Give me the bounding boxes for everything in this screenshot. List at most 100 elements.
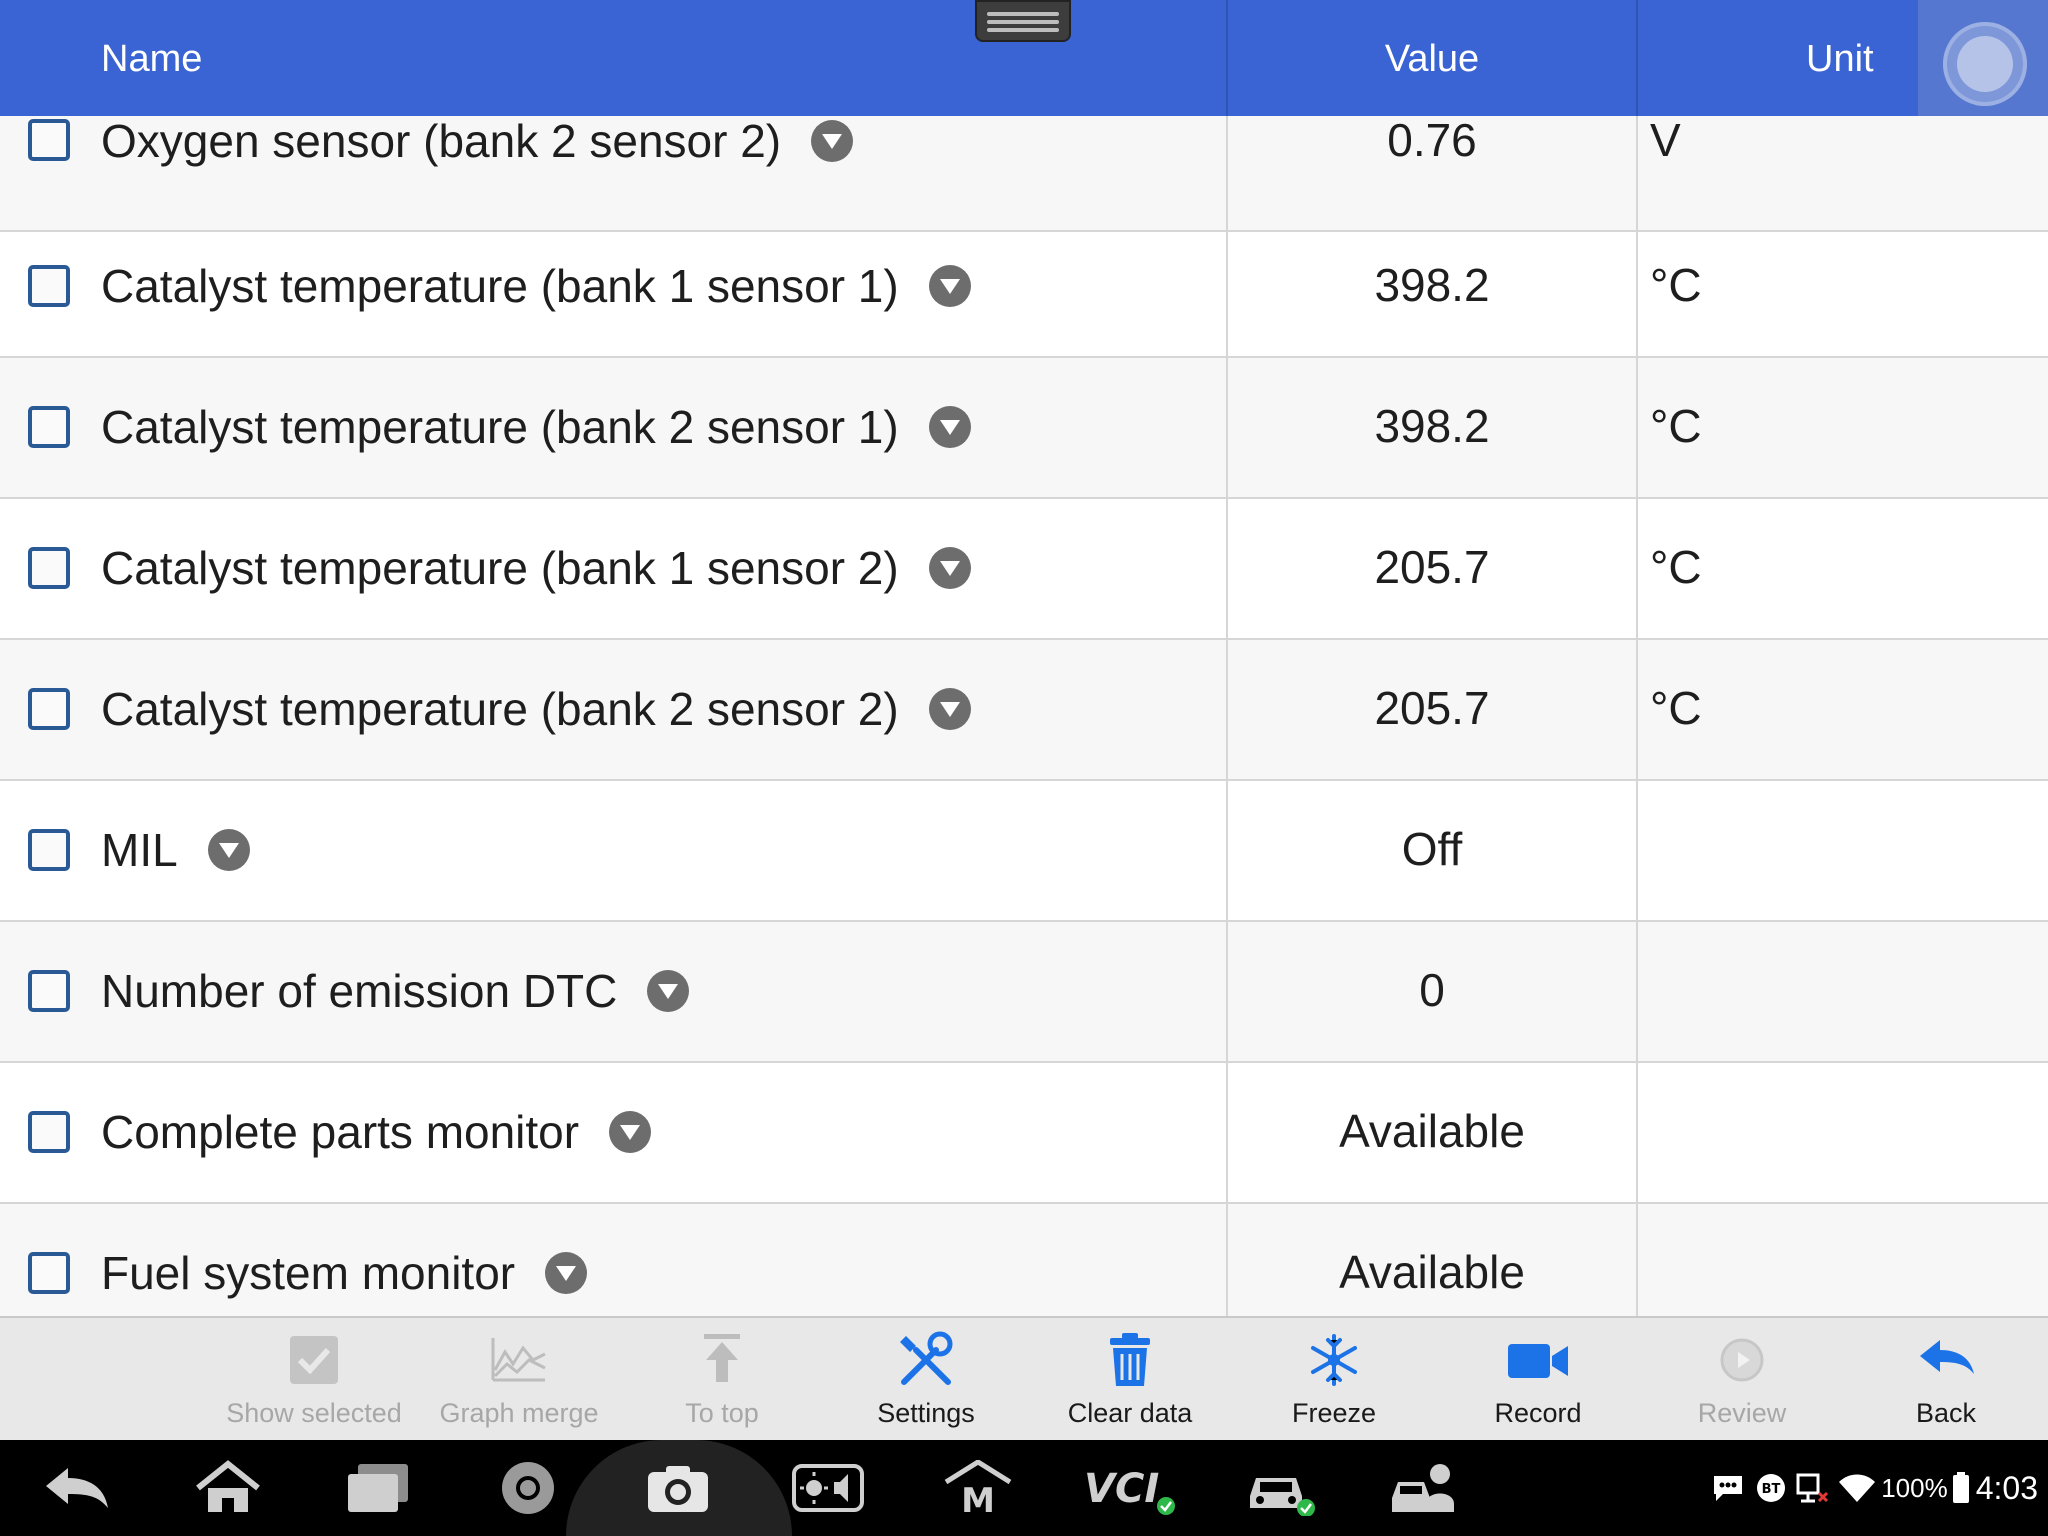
remote-expert-icon[interactable] [1388,1460,1460,1516]
video-camera-icon [1508,1344,1568,1378]
row-value: 205.7 [1374,682,1490,734]
back-button[interactable]: Back [1846,1318,2046,1442]
row-name: MIL [101,824,178,876]
nav-back-icon[interactable] [42,1460,114,1516]
bt-label: BT [1762,1482,1781,1497]
back-label: Back [1915,1398,1977,1428]
maxifix-app-icon[interactable]: M [942,1460,1014,1516]
freeze-button[interactable]: Freeze [1234,1318,1434,1442]
row-checkbox[interactable] [28,688,70,730]
expand-dropdown-icon[interactable] [609,1111,652,1153]
show-selected-button[interactable]: Show selected [214,1318,414,1442]
row-value: 398.2 [1374,400,1490,452]
row-value: Available [1339,1105,1525,1157]
table-row[interactable]: Catalyst temperature (bank 1 sensor 2) 2… [0,499,2048,640]
row-value: Available [1339,1246,1525,1298]
status-area: BT 100% 4:03 [1711,1468,2038,1508]
expand-dropdown-icon[interactable] [928,265,971,307]
table-row[interactable]: Number of emission DTC 0 [0,922,2048,1063]
row-name: Oxygen sensor (bank 2 sensor 2) [101,116,782,167]
expand-dropdown-icon[interactable] [928,547,971,589]
battery-icon [1952,1472,1969,1503]
vehicle-connected-icon[interactable] [1244,1460,1316,1516]
clear-data-label: Clear data [1067,1398,1193,1428]
expand-dropdown-icon[interactable] [928,688,971,730]
row-name: Catalyst temperature (bank 1 sensor 2) [101,542,899,594]
network-disconnected-icon [1796,1473,1829,1503]
row-name-cell: Catalyst temperature (bank 2 sensor 1) [101,399,971,455]
assistive-circle-icon [1943,22,2027,106]
show-selected-label: Show selected [226,1398,402,1428]
expand-dropdown-icon[interactable] [545,1252,588,1294]
row-value: 0 [1419,964,1445,1016]
camera-screenshot-icon[interactable] [642,1460,714,1516]
settings-label: Settings [877,1398,975,1428]
row-value: 205.7 [1374,541,1490,593]
brightness-volume-icon[interactable] [792,1460,864,1516]
system-navigation-bar: M VCI BT 100% 4:03 [0,1440,2048,1536]
nav-recent-apps-icon[interactable] [342,1460,414,1516]
record-button[interactable]: Record [1438,1318,1638,1442]
to-top-label: To top [685,1398,759,1428]
tools-settings-icon [900,1331,953,1385]
expand-dropdown-icon[interactable] [811,120,854,162]
svg-text:M: M [961,1481,995,1516]
trash-icon [1110,1333,1150,1386]
vci-connection-icon[interactable]: VCI [1082,1460,1178,1516]
play-circle-icon [1720,1338,1764,1382]
graph-merge-button[interactable]: Graph merge [419,1318,619,1442]
row-name: Catalyst temperature (bank 2 sensor 2) [101,683,899,735]
settings-button[interactable]: Settings [826,1318,1026,1442]
row-value: 398.2 [1374,259,1490,311]
bluetooth-icon: BT [1757,1474,1786,1502]
row-checkbox[interactable] [28,265,70,307]
back-arrow-icon [1920,1340,1974,1374]
freeze-label: Freeze [1291,1398,1377,1428]
row-checkbox[interactable] [28,829,70,871]
drag-handle[interactable] [975,0,1071,42]
snowflake-icon [1311,1334,1357,1386]
table-row[interactable]: Catalyst temperature (bank 1 sensor 1) 3… [0,217,2048,358]
row-checkbox[interactable] [28,119,70,161]
vci-label: VCI [1084,1466,1159,1512]
battery-percent: 100% [1881,1472,1948,1503]
clock: 4:03 [1975,1469,2038,1506]
expand-dropdown-icon[interactable] [207,829,250,871]
wifi-icon [1839,1474,1876,1502]
floating-assistive-button[interactable] [1918,0,2048,128]
table-row[interactable]: MIL Off [0,781,2048,922]
column-header-value: Value [1384,38,1480,80]
row-name-cell: Number of emission DTC [101,963,690,1019]
row-checkbox[interactable] [28,1111,70,1153]
row-checkbox[interactable] [28,970,70,1012]
clear-data-button[interactable]: Clear data [1030,1318,1230,1442]
table-row[interactable]: Oxygen sensor (bank 2 sensor 2) 0.76 V [0,116,2048,232]
arrow-to-top-icon [704,1334,740,1382]
table-row[interactable]: Catalyst temperature (bank 2 sensor 2) 2… [0,640,2048,781]
expand-dropdown-icon[interactable] [928,406,971,448]
row-name-cell: Fuel system monitor [101,1245,588,1301]
row-name-cell: Catalyst temperature (bank 1 sensor 1) [101,258,971,314]
row-unit: °C [1650,259,1702,311]
data-stream-list[interactable]: Oxygen sensor (bank 2 sensor 2) 0.76 V C… [0,116,2048,1316]
row-checkbox[interactable] [28,547,70,589]
row-name: Number of emission DTC [101,965,618,1017]
row-name-cell: Oxygen sensor (bank 2 sensor 2) [101,116,854,169]
expand-dropdown-icon[interactable] [647,970,690,1012]
row-unit: °C [1650,541,1702,593]
row-name-cell: Catalyst temperature (bank 1 sensor 2) [101,540,971,596]
record-label: Record [1494,1398,1582,1428]
table-row[interactable]: Catalyst temperature (bank 2 sensor 1) 3… [0,358,2048,499]
to-top-button[interactable]: To top [622,1318,822,1442]
row-name: Catalyst temperature (bank 2 sensor 1) [101,401,899,453]
row-name: Complete parts monitor [101,1106,580,1158]
row-checkbox[interactable] [28,1252,70,1294]
table-row[interactable]: Fuel system monitor Available [0,1204,2048,1316]
row-checkbox[interactable] [28,406,70,448]
review-label: Review [1697,1398,1787,1428]
chrome-browser-icon[interactable] [492,1460,564,1516]
nav-home-icon[interactable] [192,1460,264,1516]
table-row[interactable]: Complete parts monitor Available [0,1063,2048,1204]
row-name: Catalyst temperature (bank 1 sensor 1) [101,260,899,312]
review-button[interactable]: Review [1642,1318,1842,1442]
